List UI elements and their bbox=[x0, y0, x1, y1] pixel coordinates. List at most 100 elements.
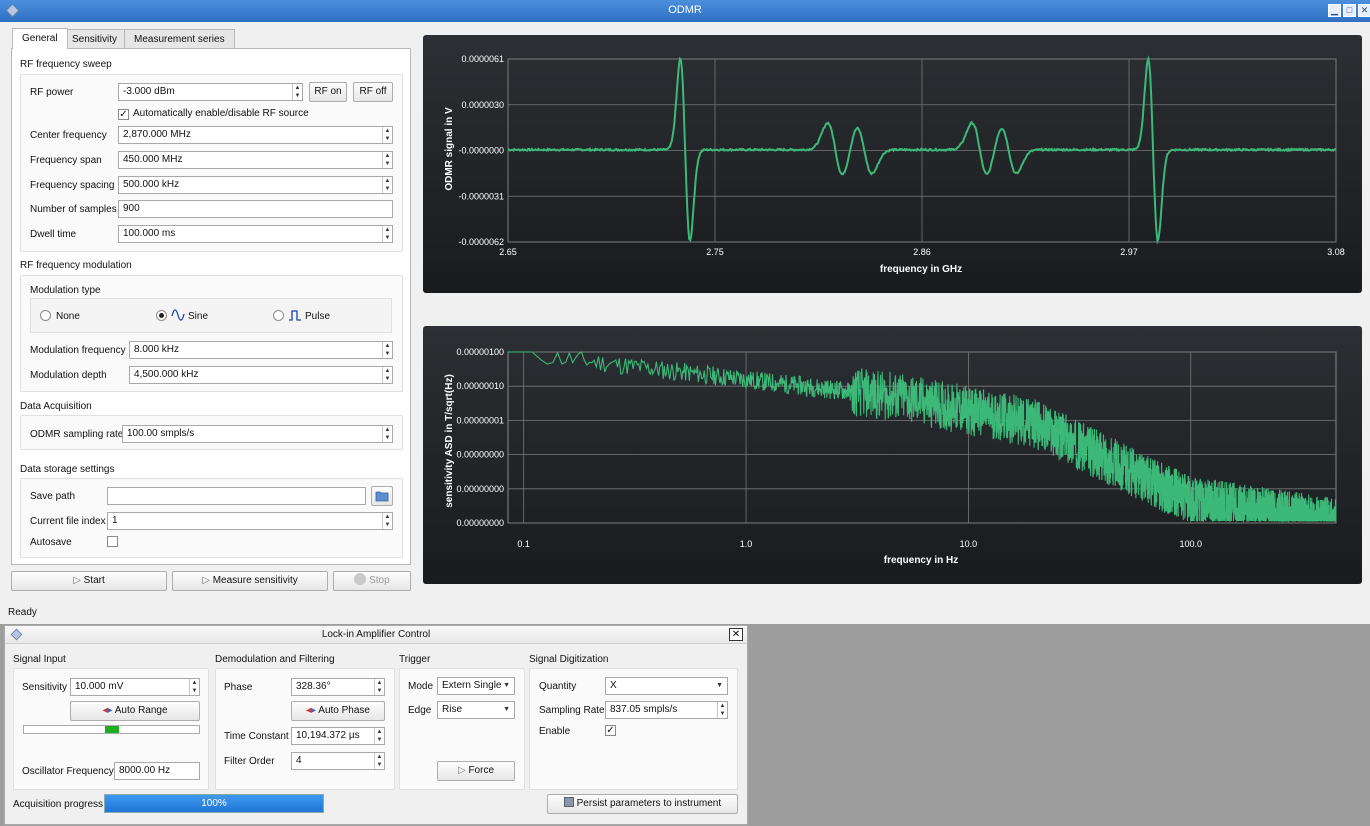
save-disk-icon bbox=[563, 797, 574, 807]
modulation-pulse-radio[interactable] bbox=[273, 310, 284, 321]
stop-button[interactable]: Stop bbox=[333, 571, 411, 591]
pulse-wave-icon bbox=[289, 310, 301, 321]
app-icon bbox=[10, 628, 23, 641]
close-icon[interactable]: ✕ bbox=[729, 628, 743, 641]
frequency-span-value: 450.000 MHz bbox=[123, 154, 183, 165]
modulation-none-radio[interactable] bbox=[40, 310, 51, 321]
quantity-select[interactable]: X ▼ bbox=[605, 677, 728, 695]
stop-label: Stop bbox=[369, 575, 390, 586]
time-constant-input[interactable]: 10,194.372 µs ▲ ▼ bbox=[291, 727, 385, 745]
force-button[interactable]: ▷ Force bbox=[437, 761, 515, 781]
y-tick-label: 0.0000030 bbox=[461, 100, 504, 110]
sensitivity-input[interactable]: 10.000 mV ▲ ▼ bbox=[70, 678, 200, 696]
trigger-mode-label: Mode bbox=[408, 681, 434, 692]
spin-arrows-icon[interactable]: ▲ ▼ bbox=[189, 679, 199, 695]
auto-phase-button[interactable]: ◂▸ Auto Phase bbox=[291, 701, 385, 721]
rf-off-button[interactable]: RF off bbox=[353, 82, 393, 102]
enable-checkbox[interactable]: ✓ bbox=[605, 725, 616, 736]
status-text: Ready bbox=[8, 607, 37, 618]
trigger-title: Trigger bbox=[399, 654, 431, 665]
oscillator-frequency-label: Oscillator Frequency bbox=[22, 766, 114, 777]
modulation-frequency-input[interactable]: 8.000 kHz ▲ ▼ bbox=[129, 341, 393, 359]
spin-arrows-icon[interactable]: ▲ ▼ bbox=[382, 127, 392, 143]
filter-order-value: 4 bbox=[296, 755, 302, 766]
modulation-frequency-label: Modulation frequency bbox=[30, 345, 126, 356]
number-of-samples-input[interactable]: 900 bbox=[118, 200, 393, 218]
oscillator-frequency-input[interactable]: 8000.00 Hz bbox=[114, 762, 200, 780]
spin-arrows-icon[interactable]: ▲ ▼ bbox=[382, 426, 392, 442]
dwell-time-label: Dwell time bbox=[30, 229, 77, 240]
rf-power-input[interactable]: -3.000 dBm ▲ ▼ bbox=[118, 83, 303, 101]
spin-arrows-icon[interactable]: ▲ ▼ bbox=[374, 728, 384, 744]
sampling-rate-input[interactable]: 837.05 smpls/s ▲ ▼ bbox=[605, 701, 728, 719]
auto-enable-checkbox[interactable]: ✓ bbox=[118, 109, 129, 120]
acquisition-progress-label: Acquisition progress bbox=[13, 799, 104, 810]
sensitivity-chart[interactable]: 0.1 1.0 10.0 100.0 0.00000100 0.00000010 0.000… bbox=[423, 326, 1362, 584]
modulation-frequency-value: 8.000 kHz bbox=[134, 344, 180, 355]
save-path-input[interactable] bbox=[107, 487, 366, 505]
modulation-depth-input[interactable]: 4,500.000 kHz ▲ ▼ bbox=[129, 366, 393, 384]
frequency-span-input[interactable]: 450.000 MHz ▲ ▼ bbox=[118, 151, 393, 169]
play-icon: ▷ bbox=[73, 575, 84, 586]
trigger-edge-label: Edge bbox=[408, 705, 432, 716]
x-tick-label: 1.0 bbox=[740, 539, 753, 549]
odmr-plot[interactable]: 2.65 2.75 2.86 2.97 3.08 0.0000061 0.0000030 -0… bbox=[423, 35, 1362, 293]
time-constant-label: Time Constant bbox=[224, 731, 289, 742]
filter-order-input[interactable]: 4 ▲ ▼ bbox=[291, 752, 385, 770]
spin-arrows-icon[interactable]: ▲ ▼ bbox=[382, 342, 392, 358]
frequency-spacing-input[interactable]: 500.000 kHz ▲ ▼ bbox=[118, 176, 393, 194]
tab-general[interactable]: General bbox=[12, 28, 68, 49]
spin-arrows-icon[interactable]: ▲ ▼ bbox=[382, 513, 392, 529]
signal-input-title: Signal Input bbox=[13, 654, 66, 665]
spin-arrows-icon[interactable]: ▲ ▼ bbox=[382, 152, 392, 168]
modulation-sine-radio[interactable] bbox=[156, 310, 167, 321]
persist-parameters-button[interactable]: Persist parameters to instrument bbox=[547, 794, 738, 814]
signal-level-bar bbox=[23, 725, 200, 734]
browse-folder-button[interactable] bbox=[371, 486, 393, 506]
y-tick-label: 0.00000010 bbox=[456, 381, 504, 391]
current-file-index-input[interactable]: 1 ▲ ▼ bbox=[107, 512, 393, 530]
lockin-title: Lock-in Amplifier Control bbox=[321, 629, 431, 640]
odmr-sampling-rate-input[interactable]: 100.00 smpls/s ▲ ▼ bbox=[122, 425, 393, 443]
quantity-value: X bbox=[610, 680, 617, 691]
trigger-mode-select[interactable]: Extern Single ▼ bbox=[437, 677, 515, 695]
measure-sensitivity-button[interactable]: ▷ Measure sensitivity bbox=[172, 571, 328, 591]
sensitivity-label: Sensitivity bbox=[22, 682, 68, 693]
spin-arrows-icon[interactable]: ▲ ▼ bbox=[382, 226, 392, 242]
tab-label: Sensitivity bbox=[72, 34, 118, 45]
close-icon[interactable]: ✕ bbox=[1358, 4, 1370, 17]
filter-order-label: Filter Order bbox=[224, 756, 275, 767]
spin-arrows-icon[interactable]: ▲ ▼ bbox=[374, 679, 384, 695]
minimize-icon[interactable]: ▁ bbox=[1328, 4, 1341, 17]
rf-on-button[interactable]: RF on bbox=[309, 82, 347, 102]
start-button[interactable]: ▷ Start bbox=[11, 571, 167, 591]
modulation-type-box bbox=[30, 298, 392, 333]
spin-arrows-icon[interactable]: ▲ ▼ bbox=[382, 367, 392, 383]
spin-arrows-icon[interactable]: ▲ ▼ bbox=[717, 702, 727, 718]
tab-sensitivity[interactable]: Sensitivity bbox=[62, 29, 128, 49]
sensitivity-series-line bbox=[508, 351, 1337, 524]
trigger-edge-select[interactable]: Rise ▼ bbox=[437, 701, 515, 719]
center-frequency-input[interactable]: 2,870.000 MHz ▲ ▼ bbox=[118, 126, 393, 144]
maximize-icon[interactable]: □ bbox=[1343, 4, 1356, 17]
modulation-none-label: None bbox=[56, 311, 80, 322]
spin-arrows-icon[interactable]: ▲ ▼ bbox=[292, 84, 302, 100]
odmr-chart[interactable]: 2.65 2.75 2.86 2.97 3.08 0.0000061 0.0000030 -0… bbox=[423, 35, 1362, 293]
number-of-samples-label: Number of samples bbox=[30, 204, 117, 215]
sensitivity-plot[interactable]: 0.1 1.0 10.0 100.0 0.00000100 0.00000010 0.000… bbox=[423, 326, 1362, 584]
persist-parameters-label: Persist parameters to instrument bbox=[576, 798, 722, 809]
spin-arrows-icon[interactable]: ▲ ▼ bbox=[374, 753, 384, 769]
phase-input[interactable]: 328.36° ▲ ▼ bbox=[291, 678, 385, 696]
y-tick-label: 0.00000000 bbox=[456, 484, 504, 494]
acquisition-progress-bar: 100% bbox=[104, 794, 324, 813]
modulation-type-label: Modulation type bbox=[30, 285, 101, 296]
autosave-checkbox[interactable] bbox=[107, 536, 118, 547]
auto-range-button[interactable]: ◂▸ Auto Range bbox=[70, 701, 200, 721]
auto-range-icon-right: ▸ bbox=[107, 705, 113, 716]
spin-arrows-icon[interactable]: ▲ ▼ bbox=[382, 177, 392, 193]
phase-label: Phase bbox=[224, 682, 253, 693]
tab-measurement-series[interactable]: Measurement series bbox=[124, 29, 235, 49]
y-tick-label: 0.00000001 bbox=[456, 415, 504, 425]
y-tick-label: -0.0000062 bbox=[458, 237, 504, 247]
dwell-time-input[interactable]: 100.000 ms ▲ ▼ bbox=[118, 225, 393, 243]
